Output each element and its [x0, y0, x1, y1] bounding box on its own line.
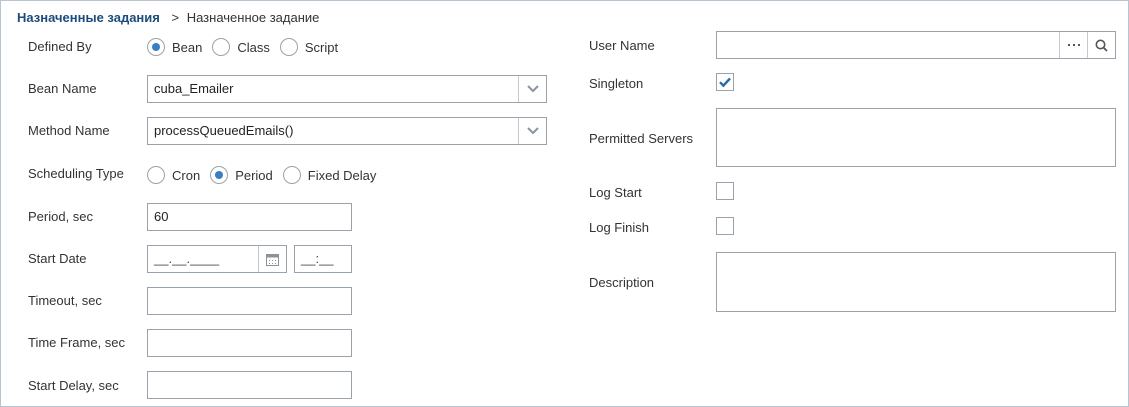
- period-label: Period, sec: [28, 209, 94, 224]
- user-name-input[interactable]: [716, 31, 1116, 59]
- bean-name-label: Bean Name: [28, 81, 97, 96]
- log-finish-checkbox[interactable]: [716, 217, 734, 235]
- user-name-label: User Name: [589, 38, 655, 53]
- start-date-mask: __.__.____: [154, 251, 220, 266]
- radio-cron-label: Cron: [172, 167, 201, 183]
- singleton-checkbox[interactable]: [716, 73, 734, 91]
- defined-by-radio-group: Bean Class Script: [147, 38, 348, 56]
- task-editor-window: Назначенные задания > Назначенное задани…: [0, 0, 1129, 407]
- radio-script-label: Script: [304, 39, 339, 55]
- description-label: Description: [589, 275, 655, 290]
- start-time-input[interactable]: __:__: [294, 245, 352, 273]
- radio-class[interactable]: Class: [212, 38, 270, 56]
- time-frame-label: Time Frame, sec: [28, 335, 126, 350]
- breadcrumb-current: Назначенное задание: [186, 10, 320, 25]
- radio-fixed-delay-indicator[interactable]: [282, 166, 301, 184]
- permitted-servers-label: Permitted Servers: [589, 131, 694, 146]
- timeout-label: Timeout, sec: [28, 293, 102, 308]
- method-name-label: Method Name: [28, 123, 110, 138]
- log-start-checkbox[interactable]: [716, 182, 734, 200]
- radio-period-label: Period: [235, 167, 273, 183]
- time-frame-input[interactable]: [147, 329, 352, 357]
- breadcrumb-separator: >: [171, 10, 180, 25]
- radio-bean-label: Bean: [172, 39, 203, 55]
- scheduling-type-label: Scheduling Type: [28, 166, 124, 181]
- log-start-label: Log Start: [589, 185, 642, 200]
- start-date-label: Start Date: [28, 251, 87, 266]
- chevron-down-icon[interactable]: [518, 118, 546, 144]
- permitted-servers-textarea[interactable]: [716, 108, 1116, 167]
- ellipsis-icon[interactable]: [1059, 32, 1087, 58]
- radio-class-label: Class: [237, 39, 270, 55]
- radio-script[interactable]: Script: [279, 38, 339, 56]
- radio-bean-indicator[interactable]: [147, 38, 165, 56]
- checkmark-icon: [719, 77, 731, 88]
- radio-cron-indicator[interactable]: [147, 166, 165, 184]
- scheduling-type-radio-group: Cron Period Fixed Delay: [147, 166, 386, 184]
- breadcrumb: Назначенные задания > Назначенное задани…: [17, 10, 319, 25]
- start-delay-label: Start Delay, sec: [28, 378, 119, 393]
- log-finish-label: Log Finish: [589, 220, 649, 235]
- radio-script-indicator[interactable]: [279, 38, 298, 56]
- bean-name-select[interactable]: cuba_Emailer: [147, 75, 547, 103]
- defined-by-label: Defined By: [28, 39, 92, 54]
- radio-class-indicator[interactable]: [212, 38, 231, 56]
- start-delay-input[interactable]: [147, 371, 352, 399]
- period-input[interactable]: 60: [147, 203, 352, 231]
- bean-name-value: cuba_Emailer: [154, 81, 234, 96]
- radio-period-indicator[interactable]: [210, 166, 229, 184]
- method-name-select[interactable]: processQueuedEmails(): [147, 117, 547, 145]
- radio-period[interactable]: Period: [210, 166, 273, 184]
- chevron-down-icon[interactable]: [518, 76, 546, 102]
- radio-fixed-delay-label: Fixed Delay: [307, 167, 377, 183]
- calendar-icon[interactable]: [258, 246, 286, 272]
- singleton-label: Singleton: [589, 76, 644, 91]
- radio-bean[interactable]: Bean: [147, 38, 202, 56]
- method-name-value: processQueuedEmails(): [154, 123, 294, 138]
- radio-fixed-delay[interactable]: Fixed Delay: [282, 166, 377, 184]
- description-textarea[interactable]: [716, 252, 1116, 312]
- search-icon[interactable]: [1087, 32, 1115, 58]
- start-date-input[interactable]: __.__.____: [147, 245, 287, 273]
- breadcrumb-link-scheduled-tasks[interactable]: Назначенные задания: [17, 10, 160, 25]
- timeout-input[interactable]: [147, 287, 352, 315]
- radio-cron[interactable]: Cron: [147, 166, 200, 184]
